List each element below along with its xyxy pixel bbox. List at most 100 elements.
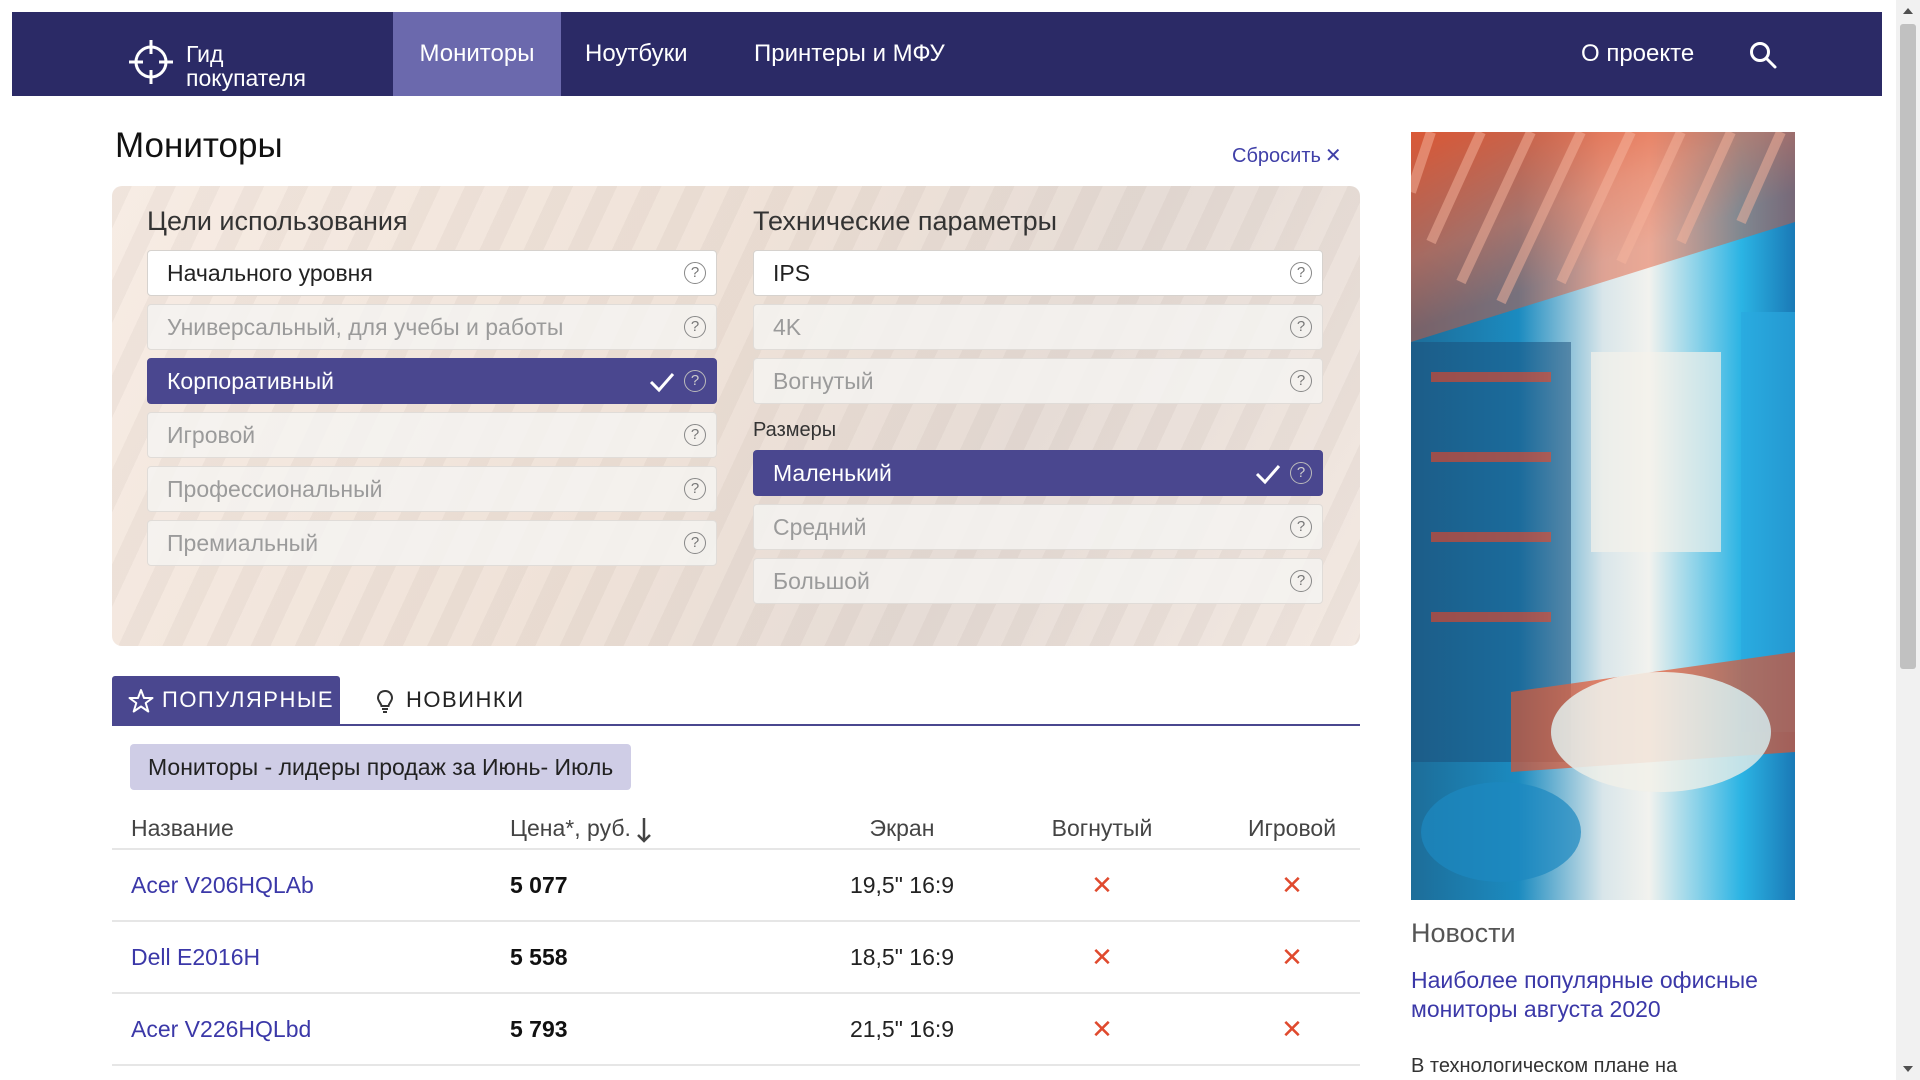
checkmark-icon bbox=[649, 373, 675, 393]
help-icon[interactable]: ? bbox=[1290, 316, 1312, 338]
option-label: Маленький bbox=[773, 460, 892, 486]
filter-option-gaming[interactable]: Игровой? bbox=[147, 412, 717, 458]
nav-laptops[interactable]: Ноутбуки bbox=[561, 12, 712, 96]
news-teaser: В технологическом плане на bbox=[1411, 1055, 1678, 1077]
help-icon[interactable]: ? bbox=[1290, 370, 1312, 392]
table-row: Dell E2016H 5 558 18,5" 16:9 ✕ ✕ bbox=[112, 922, 1360, 994]
product-name-link[interactable]: Acer V206HQLAb bbox=[131, 850, 314, 920]
filter-option-curved[interactable]: Вогнутый? bbox=[753, 358, 1323, 404]
col-screen-header[interactable]: Экран bbox=[812, 808, 992, 848]
nav-printers[interactable]: Принтеры и МФУ bbox=[730, 12, 969, 96]
product-tabs: ПОПУЛЯРНЫЕ НОВИНКИ bbox=[112, 676, 1360, 726]
leaders-chip[interactable]: Мониторы - лидеры продаж за Июнь- Июль bbox=[130, 744, 632, 790]
logo-line-2: покупателя bbox=[186, 65, 306, 91]
page-title: Мониторы bbox=[115, 126, 283, 165]
cross-icon: ✕ bbox=[1091, 942, 1113, 972]
filter-option-professional[interactable]: Профессиональный? bbox=[147, 466, 717, 512]
filter-option-premium[interactable]: Премиальный? bbox=[147, 520, 717, 566]
help-icon[interactable]: ? bbox=[684, 316, 706, 338]
banner-illustration bbox=[1411, 132, 1795, 882]
sort-down-icon bbox=[637, 817, 651, 843]
tab-new[interactable]: НОВИНКИ bbox=[356, 676, 526, 724]
site-logo[interactable]: Гид покупателя bbox=[116, 26, 376, 90]
filter-option-medium[interactable]: Средний? bbox=[753, 504, 1323, 550]
tech-filter-group: Технические параметры IPS? 4K? Вогнутый?… bbox=[753, 204, 1323, 612]
option-label: Средний bbox=[773, 514, 867, 540]
help-icon[interactable]: ? bbox=[1290, 516, 1312, 538]
cross-icon: ✕ bbox=[1281, 870, 1303, 900]
scroll-up-arrow-icon[interactable] bbox=[1903, 8, 1913, 14]
page-scrollbar[interactable] bbox=[1896, 0, 1920, 1080]
crosshair-logo-icon bbox=[129, 40, 173, 84]
col-curved-header[interactable]: Вогнутый bbox=[1012, 808, 1192, 848]
help-icon[interactable]: ? bbox=[684, 478, 706, 500]
nav-monitors[interactable]: Мониторы bbox=[393, 12, 561, 96]
usage-filter-group: Цели использования Начального уровня? Ун… bbox=[147, 204, 717, 574]
cross-icon: ✕ bbox=[1091, 1014, 1113, 1044]
col-price-header[interactable]: Цена*, руб. bbox=[510, 808, 653, 848]
option-label: IPS bbox=[773, 260, 811, 286]
scroll-down-arrow-icon[interactable] bbox=[1903, 1066, 1913, 1072]
reset-filters-link[interactable]: Сбросить ✕ bbox=[1232, 143, 1342, 168]
help-icon[interactable]: ? bbox=[684, 532, 706, 554]
option-label: Профессиональный bbox=[167, 476, 383, 502]
filter-option-universal[interactable]: Универсальный, для учебы и работы? bbox=[147, 304, 717, 350]
top-navbar: Гид покупателя Мониторы Ноутбуки Принтер… bbox=[12, 12, 1882, 96]
search-icon[interactable] bbox=[1748, 40, 1778, 70]
products-table: Название Цена*, руб. Экран Вогнутый Игро… bbox=[112, 808, 1360, 1066]
filter-panel: Цели использования Начального уровня? Ун… bbox=[112, 186, 1360, 646]
lightbulb-icon bbox=[376, 689, 394, 713]
filter-option-4k[interactable]: 4K? bbox=[753, 304, 1323, 350]
table-row: Acer V206HQLAb 5 077 19,5" 16:9 ✕ ✕ bbox=[112, 850, 1360, 922]
tab-popular[interactable]: ПОПУЛЯРНЫЕ bbox=[112, 676, 340, 724]
help-icon[interactable]: ? bbox=[684, 262, 706, 284]
help-icon[interactable]: ? bbox=[684, 370, 706, 392]
help-icon[interactable]: ? bbox=[1290, 262, 1312, 284]
news-article-link[interactable]: Наиболее популярные офисные мониторы авг… bbox=[1411, 966, 1771, 1024]
table-header: Название Цена*, руб. Экран Вогнутый Игро… bbox=[112, 808, 1360, 850]
close-icon: ✕ bbox=[1324, 145, 1342, 167]
nav-about[interactable]: О проекте bbox=[1557, 12, 1718, 96]
filter-option-large[interactable]: Большой? bbox=[753, 558, 1323, 604]
filter-option-entry-level[interactable]: Начального уровня? bbox=[147, 250, 717, 296]
tab-popular-label: ПОПУЛЯРНЫЕ bbox=[162, 687, 335, 712]
filter-option-corporate[interactable]: Корпоративный ? bbox=[147, 358, 717, 404]
option-label: Начального уровня bbox=[167, 260, 373, 286]
product-name-link[interactable]: Acer V226HQLbd bbox=[131, 994, 311, 1064]
product-name-link[interactable]: Dell E2016H bbox=[131, 922, 260, 992]
reset-label: Сбросить bbox=[1232, 145, 1321, 167]
product-price: 5 558 bbox=[510, 944, 568, 970]
sidebar-banner-image[interactable] bbox=[1411, 132, 1795, 900]
product-screen: 18,5" 16:9 bbox=[849, 944, 955, 970]
scroll-thumb[interactable] bbox=[1900, 24, 1916, 669]
tab-new-label: НОВИНКИ bbox=[406, 687, 525, 712]
help-icon[interactable]: ? bbox=[684, 424, 706, 446]
filter-option-small[interactable]: Маленький ? bbox=[753, 450, 1323, 496]
option-label: Премиальный bbox=[167, 530, 319, 556]
cross-icon: ✕ bbox=[1091, 870, 1113, 900]
option-label: Большой bbox=[773, 568, 870, 594]
table-row: Acer V226HQLbd 5 793 21,5" 16:9 ✕ ✕ bbox=[112, 994, 1360, 1066]
col-gaming-header[interactable]: Игровой bbox=[1202, 808, 1382, 848]
product-price: 5 793 bbox=[510, 1016, 568, 1042]
option-label: Корпоративный bbox=[167, 368, 334, 394]
option-label: Вогнутый bbox=[773, 368, 874, 394]
col-name-header[interactable]: Название bbox=[131, 808, 234, 848]
cross-icon: ✕ bbox=[1281, 942, 1303, 972]
star-icon bbox=[128, 689, 154, 713]
col-price-label: Цена*, руб. bbox=[510, 815, 631, 841]
product-screen: 21,5" 16:9 bbox=[849, 1016, 955, 1042]
help-icon[interactable]: ? bbox=[1290, 570, 1312, 592]
product-screen: 19,5" 16:9 bbox=[849, 872, 955, 898]
sizes-title: Размеры bbox=[753, 419, 837, 441]
usage-title: Цели использования bbox=[147, 206, 408, 236]
filter-option-ips[interactable]: IPS? bbox=[753, 250, 1323, 296]
option-label: Универсальный, для учебы и работы bbox=[167, 314, 564, 340]
news-heading: Новости bbox=[1411, 918, 1516, 948]
cross-icon: ✕ bbox=[1281, 1014, 1303, 1044]
option-label: 4K bbox=[773, 314, 802, 340]
tech-title: Технические параметры bbox=[753, 206, 1058, 236]
help-icon[interactable]: ? bbox=[1290, 462, 1312, 484]
logo-line-1: Гид bbox=[186, 41, 224, 67]
product-price: 5 077 bbox=[510, 872, 568, 898]
